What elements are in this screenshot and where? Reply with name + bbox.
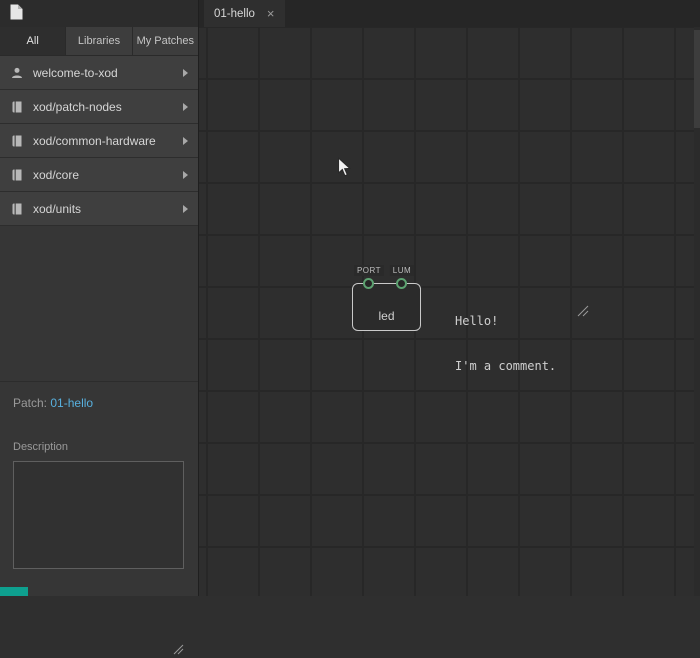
- description-label: Description: [13, 441, 185, 453]
- deployment-bar[interactable]: [0, 587, 28, 596]
- sidebar-item-xod-units[interactable]: xod/units: [0, 192, 198, 226]
- tab-libraries-label: Libraries: [78, 35, 120, 47]
- patch-tab[interactable]: 01-hello ×: [204, 0, 285, 27]
- mouse-cursor: [337, 157, 352, 178]
- comment-resize-grip-icon[interactable]: [534, 290, 589, 336]
- project-browser: All Libraries My Patches welcome-to-xod: [0, 0, 199, 596]
- tab-my-patches-label: My Patches: [137, 35, 194, 47]
- patch-tab-label: 01-hello: [214, 8, 255, 20]
- tab-my-patches[interactable]: My Patches: [133, 27, 198, 55]
- sidebar-item-xod-core[interactable]: xod/core: [0, 158, 198, 192]
- patch-info-panel: Patch: 01-hello Description: [0, 381, 198, 572]
- library-icon: [10, 135, 24, 147]
- chevron-right-icon: [183, 171, 188, 179]
- list-item-label: xod/units: [33, 202, 183, 216]
- patch-line: Patch: 01-hello: [13, 396, 185, 410]
- comment-line: I'm a comment.: [455, 359, 587, 374]
- description-textarea[interactable]: [13, 461, 184, 569]
- chevron-right-icon: [183, 137, 188, 145]
- pin-port[interactable]: [363, 278, 374, 289]
- library-icon: [10, 101, 24, 113]
- vertical-scrollbar[interactable]: [694, 27, 700, 596]
- pin-lum[interactable]: [396, 278, 407, 289]
- sidebar-item-xod-common-hardware[interactable]: xod/common-hardware: [0, 124, 198, 158]
- new-patch-button[interactable]: [6, 2, 27, 25]
- sidebar-toolbar: [0, 0, 198, 27]
- list-item-label: xod/common-hardware: [33, 134, 183, 148]
- library-icon: [10, 169, 24, 181]
- list-item-label: xod/patch-nodes: [33, 100, 183, 114]
- browser-list: welcome-to-xod xod/patch-nodes xod/commo…: [0, 56, 198, 226]
- browser-tabs: All Libraries My Patches: [0, 27, 198, 56]
- new-patch-icon: [10, 4, 23, 23]
- pin-label-port: PORT: [354, 265, 384, 276]
- sidebar-item-xod-patch-nodes[interactable]: xod/patch-nodes: [0, 90, 198, 124]
- node-led[interactable]: PORT LUM led: [352, 283, 421, 331]
- chevron-right-icon: [183, 69, 188, 77]
- tab-all-label: All: [27, 35, 39, 47]
- tab-all[interactable]: All: [0, 27, 66, 55]
- pin-label-lum: LUM: [390, 265, 414, 276]
- patch-label: Patch:: [13, 396, 47, 410]
- list-item-label: welcome-to-xod: [33, 66, 183, 80]
- comment-node[interactable]: Hello! I'm a comment.: [455, 284, 587, 330]
- library-icon: [10, 203, 24, 215]
- user-icon: [10, 67, 24, 79]
- tab-libraries[interactable]: Libraries: [66, 27, 132, 55]
- patch-name: 01-hello: [50, 396, 93, 410]
- list-item-label: xod/core: [33, 168, 183, 182]
- node-label: led: [353, 309, 420, 323]
- resize-grip-icon: [173, 644, 184, 658]
- chevron-right-icon: [183, 103, 188, 111]
- tab-close-icon[interactable]: ×: [267, 7, 275, 20]
- editor-tabbar: 01-hello ×: [199, 0, 700, 27]
- patch-canvas[interactable]: PORT LUM led Hello! I'm a comment.: [199, 27, 700, 596]
- chevron-right-icon: [183, 205, 188, 213]
- sidebar-item-welcome-to-xod[interactable]: welcome-to-xod: [0, 56, 198, 90]
- scrollbar-thumb[interactable]: [694, 30, 700, 128]
